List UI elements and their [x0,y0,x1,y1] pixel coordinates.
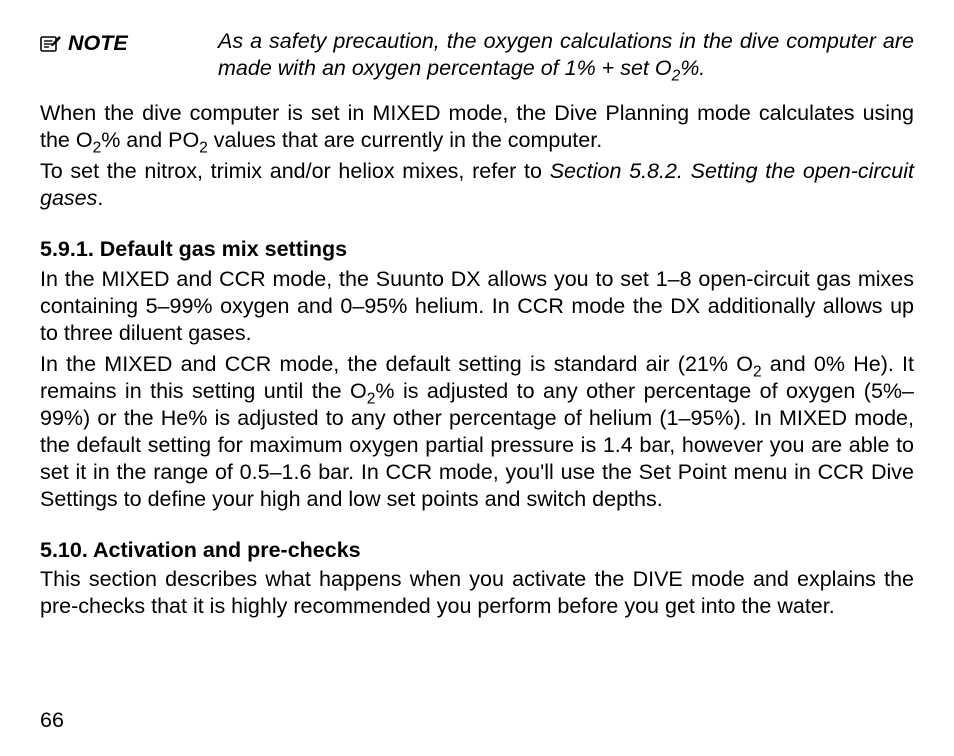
s591-paragraph-2: In the MIXED and CCR mode, the default s… [40,351,914,513]
note-body: As a safety precaution, the oxygen calcu… [218,28,914,82]
manual-page: NOTE As a safety precaution, the oxygen … [0,0,954,756]
subscript: 2 [199,140,208,157]
s510-paragraph-1: This section describes what happens when… [40,566,914,620]
text: % and PO [101,128,199,152]
page-number: 66 [40,707,64,734]
intro-paragraph-2: To set the nitrox, trimix and/or heliox … [40,158,914,212]
note-pencil-icon [40,35,62,53]
text: values that are currently in the compute… [208,128,602,152]
heading-5-9-1: 5.9.1. Default gas mix settings [40,236,914,263]
subscript: 2 [753,363,762,380]
intro-paragraph-1: When the dive computer is set in MIXED m… [40,100,914,154]
note-block: NOTE As a safety precaution, the oxygen … [40,28,914,82]
note-text-pre: As a safety precaution, the oxygen calcu… [218,29,914,80]
s591-paragraph-1: In the MIXED and CCR mode, the Suunto DX… [40,266,914,347]
text: In the MIXED and CCR mode, the default s… [40,352,753,376]
note-label-text: NOTE [68,30,128,57]
subscript: 2 [93,140,102,157]
note-sub: 2 [672,67,681,84]
note-text-post: %. [680,56,705,80]
text: To set the nitrox, trimix and/or heliox … [40,159,550,183]
text: . [97,186,103,210]
note-label: NOTE [40,28,218,57]
heading-5-10: 5.10. Activation and pre-checks [40,537,914,564]
